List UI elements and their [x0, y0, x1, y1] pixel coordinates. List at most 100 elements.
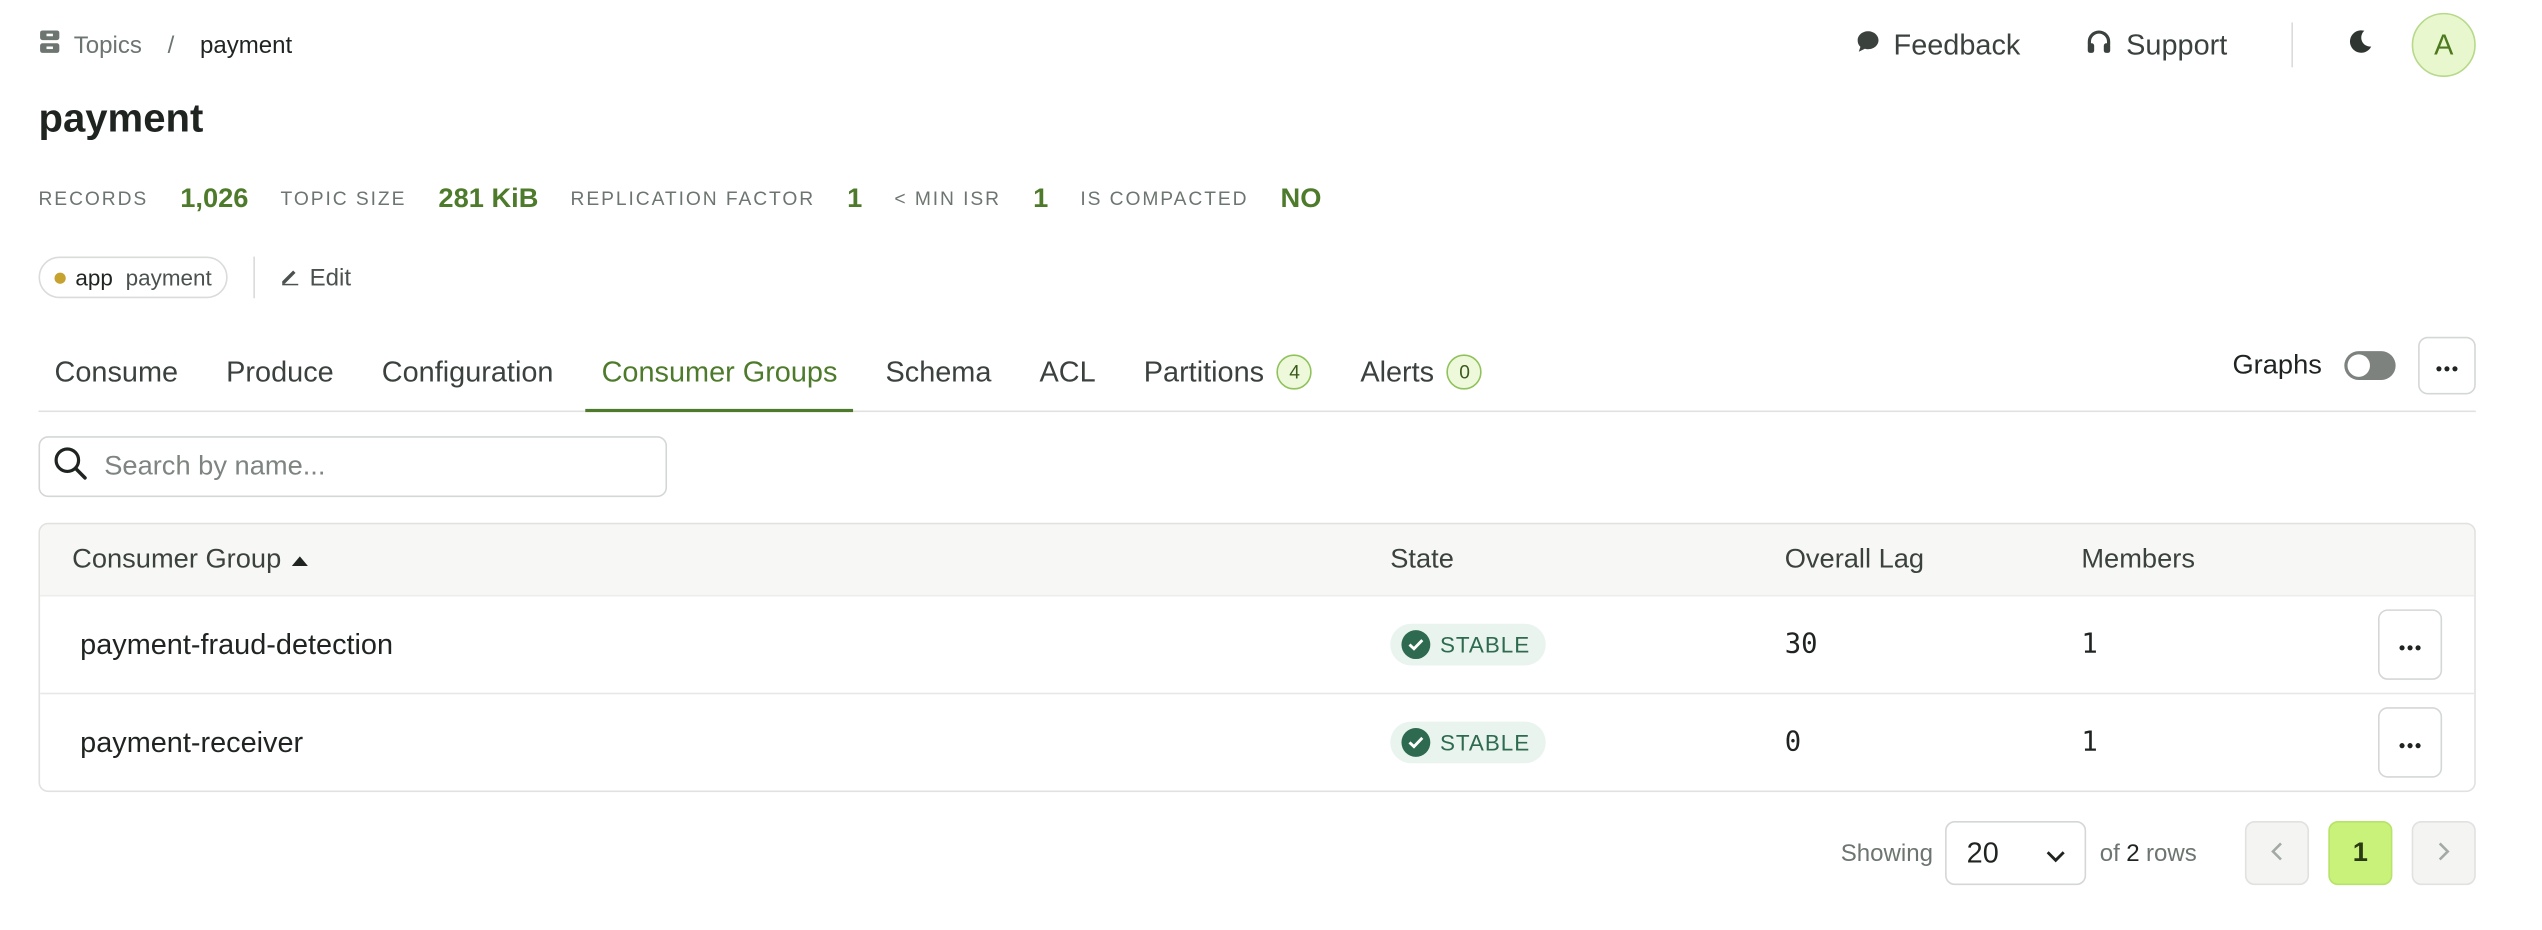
tabs-actions: Graphs — [2232, 334, 2476, 411]
breadcrumb-separator: / — [167, 31, 175, 59]
previous-page-button[interactable] — [2244, 820, 2310, 886]
stat-label-topic-size: TOPIC SIZE — [280, 187, 407, 211]
tab-partitions[interactable]: Partitions 4 — [1128, 335, 1329, 412]
column-header-state[interactable]: State — [1390, 544, 1454, 576]
state-cell: STABLE — [1390, 623, 1547, 666]
state-cell: STABLE — [1390, 721, 1547, 764]
stat-label-records: RECORDS — [38, 187, 149, 211]
tab-alerts[interactable]: Alerts 0 — [1344, 335, 1498, 412]
of-label: of — [2099, 839, 2120, 867]
page-button-current[interactable]: 1 — [2328, 820, 2393, 886]
table-row[interactable]: payment-receiver STABLE 0 1 — [40, 694, 2474, 790]
column-header-overall-lag[interactable]: Overall Lag — [1785, 544, 1924, 576]
column-header-consumer-group[interactable]: Consumer Group — [72, 544, 310, 576]
tab-label: Consumer Groups — [601, 355, 838, 388]
tab-schema[interactable]: Schema — [869, 335, 1007, 412]
sort-ascending-icon — [291, 544, 310, 576]
rows-label: rows — [2146, 839, 2197, 867]
overall-lag-value: 30 — [1784, 628, 1818, 661]
stat-value-min-isr: 1 — [1033, 182, 1049, 214]
search-box — [38, 436, 668, 498]
consumer-groups-table: Consumer Group State Overall Lag Members… — [38, 522, 2476, 793]
user-avatar[interactable]: A — [2411, 12, 2476, 77]
tab-more-button[interactable] — [2418, 336, 2476, 395]
headphones-icon — [2084, 26, 2113, 63]
moon-icon — [2348, 28, 2374, 62]
theme-toggle-button[interactable] — [2328, 13, 2392, 77]
tag-key: app — [75, 264, 113, 291]
status-badge: STABLE — [1390, 623, 1547, 666]
topic-stats: RECORDS 1,026 TOPIC SIZE 281 KiB REPLICA… — [38, 180, 1353, 218]
tab-label: Partitions — [1143, 355, 1265, 388]
top-actions: Feedback Support A — [1823, 12, 2476, 77]
members-value: 1 — [2081, 628, 2098, 661]
alerts-count-badge: 0 — [1446, 354, 1483, 390]
row-actions-button[interactable] — [2377, 707, 2443, 778]
graphs-label: Graphs — [2232, 349, 2322, 381]
tab-label: ACL — [1039, 355, 1096, 388]
total-rows-count: 2 — [2126, 839, 2140, 867]
tab-produce[interactable]: Produce — [210, 335, 350, 412]
toggle-knob — [2347, 354, 2370, 377]
chevron-left-icon — [2271, 839, 2284, 866]
stat-label-replication-factor: REPLICATION FACTOR — [570, 187, 816, 211]
ellipsis-icon — [2399, 630, 2421, 659]
tab-consumer-groups[interactable]: Consumer Groups — [585, 335, 854, 413]
check-circle-icon — [1401, 727, 1431, 757]
tag-value: payment — [125, 264, 212, 291]
topic-page: Topics / payment Feedback Support A paym… — [0, 0, 2489, 930]
stat-value-is-compacted: NO — [1280, 182, 1322, 214]
tab-configuration[interactable]: Configuration — [366, 335, 570, 412]
top-bar: Topics / payment Feedback Support A — [38, 12, 2476, 77]
chevron-right-icon — [2437, 839, 2450, 866]
status-label: STABLE — [1439, 631, 1531, 658]
stat-value-topic-size: 281 KiB — [438, 182, 539, 214]
breadcrumb-current: payment — [199, 31, 293, 59]
pagination: Showing 20 of 2 rows 1 — [1840, 820, 2476, 886]
column-header-label: Consumer Group — [72, 543, 282, 575]
top-divider — [2291, 22, 2294, 68]
page-size-select[interactable]: 20 — [1945, 820, 2087, 886]
edit-tags-button[interactable]: Edit — [281, 264, 351, 291]
search-icon — [53, 445, 88, 488]
breadcrumb: Topics / payment — [38, 29, 292, 61]
tab-consume[interactable]: Consume — [38, 335, 194, 412]
tab-label: Schema — [885, 355, 992, 388]
graphs-toggle[interactable] — [2344, 351, 2396, 381]
ellipsis-icon — [2399, 728, 2421, 757]
column-header-members[interactable]: Members — [2081, 544, 2195, 576]
status-label: STABLE — [1439, 729, 1531, 756]
stat-label-is-compacted: IS COMPACTED — [1080, 187, 1249, 211]
feedback-button[interactable]: Feedback — [1823, 28, 2052, 62]
chevron-down-icon — [2047, 836, 2066, 870]
edit-label: Edit — [309, 263, 352, 292]
tag-dot-icon — [54, 271, 66, 284]
pencil-icon — [281, 264, 300, 291]
check-circle-icon — [1401, 630, 1431, 660]
tab-label: Consume — [54, 355, 179, 388]
table-row[interactable]: payment-fraud-detection STABLE 30 1 — [40, 597, 2475, 695]
overall-lag-value: 0 — [1784, 726, 1802, 759]
consumer-group-name-link[interactable]: payment-fraud-detection — [80, 628, 393, 662]
next-page-button[interactable] — [2411, 820, 2476, 886]
tag-divider — [253, 256, 256, 299]
status-badge: STABLE — [1390, 721, 1547, 764]
tab-acl[interactable]: ACL — [1023, 335, 1111, 412]
topic-tags: app payment Edit — [38, 256, 351, 299]
chat-bubble-icon — [1855, 28, 1881, 62]
ellipsis-icon — [2436, 351, 2458, 380]
search-input[interactable] — [101, 448, 621, 485]
topics-icon — [38, 29, 60, 61]
partitions-count-badge: 4 — [1276, 354, 1313, 390]
support-label: Support — [2126, 28, 2228, 61]
stat-value-records: 1,026 — [180, 182, 249, 214]
table-header: Consumer Group State Overall Lag Members — [40, 524, 2475, 597]
showing-label: Showing — [1840, 839, 1933, 867]
row-actions-button[interactable] — [2377, 609, 2443, 680]
support-button[interactable]: Support — [2052, 26, 2259, 63]
topic-tabs: Consume Produce Configuration Consumer G… — [38, 334, 2476, 413]
consumer-group-name-link[interactable]: payment-receiver — [80, 726, 303, 760]
breadcrumb-topics-link[interactable]: Topics — [38, 29, 142, 61]
tab-label: Alerts — [1360, 355, 1435, 388]
stat-value-replication-factor: 1 — [847, 182, 863, 214]
